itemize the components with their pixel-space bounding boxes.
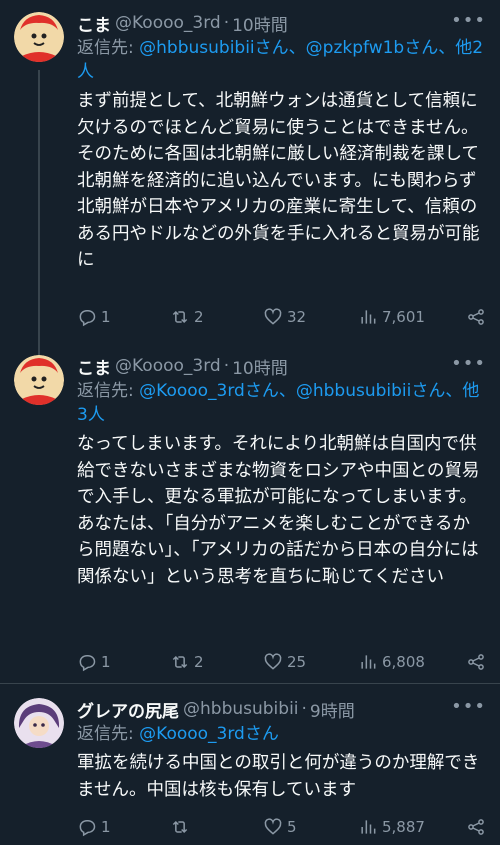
- avatar[interactable]: [14, 355, 64, 405]
- views-icon: [361, 655, 376, 669]
- like-icon: [264, 653, 282, 670]
- more-icon[interactable]: •••: [451, 696, 486, 717]
- reply-prefix: 返信先:: [77, 38, 140, 58]
- like-icon: [264, 308, 282, 325]
- share-button[interactable]: [466, 817, 486, 837]
- views-icon: [361, 310, 376, 324]
- views-button[interactable]: 5,887: [358, 817, 425, 837]
- retweet-count: 2: [194, 653, 204, 671]
- reply-to: 返信先: @hbbusubibiiさん、@pzkpfw1bさん、他2人: [77, 36, 486, 84]
- tweet-divider: [0, 683, 500, 684]
- like-count: 5: [287, 818, 297, 836]
- display-name[interactable]: こま: [77, 354, 111, 379]
- reply-prefix: 返信先:: [77, 381, 140, 401]
- reply-button[interactable]: 1: [77, 307, 111, 327]
- retweet-icon: [172, 655, 188, 669]
- reply-count: 1: [101, 818, 111, 836]
- reply-icon: [79, 310, 96, 327]
- retweet-icon: [172, 310, 188, 324]
- thread-connector-line: [38, 70, 40, 355]
- like-button[interactable]: 5: [263, 817, 297, 837]
- dot-separator: ·: [223, 356, 230, 376]
- retweet-button[interactable]: [170, 817, 194, 837]
- like-count: 25: [287, 653, 307, 671]
- retweet-button[interactable]: 2: [170, 652, 204, 672]
- share-button[interactable]: [466, 307, 486, 327]
- tweet-text: まず前提として、北朝鮮ウォンは通貨として信頼に欠けるのでほとんど貿易に使うことは…: [77, 91, 480, 270]
- like-button[interactable]: 25: [263, 652, 306, 672]
- display-name[interactable]: こま: [77, 11, 111, 36]
- share-icon: [468, 819, 484, 835]
- reply-icon: [79, 820, 96, 837]
- like-button[interactable]: 32: [263, 307, 306, 327]
- retweet-icon: [172, 820, 188, 834]
- timestamp[interactable]: 9時間: [310, 697, 355, 722]
- reply-count: 1: [101, 308, 111, 326]
- reply-to-links[interactable]: @Koooo_3rdさん: [139, 724, 279, 744]
- views-count: 6,808: [382, 653, 425, 671]
- views-count: 5,887: [382, 818, 425, 836]
- tweet-text: 軍拡を続ける中国との取引と何が違うのか理解できません。中国は核も保有しています: [77, 753, 480, 800]
- reply-to: 返信先: @Koooo_3rdさん: [77, 722, 486, 746]
- dot-separator: ·: [301, 699, 307, 719]
- views-button[interactable]: 6,808: [358, 652, 425, 672]
- user-handle[interactable]: @Koooo_3rd: [115, 13, 221, 33]
- share-button[interactable]: [466, 652, 486, 672]
- reply-prefix: 返信先:: [77, 724, 140, 744]
- display-name[interactable]: グレアの尻尾: [77, 697, 179, 722]
- views-icon: [361, 820, 376, 834]
- like-count: 32: [287, 308, 307, 326]
- reply-button[interactable]: 1: [77, 652, 111, 672]
- reply-to: 返信先: @Koooo_3rdさん、@hbbusubibiiさん、他3人: [77, 379, 486, 427]
- views-count: 7,601: [382, 308, 425, 326]
- more-icon[interactable]: •••: [451, 353, 486, 374]
- retweet-button[interactable]: 2: [170, 307, 204, 327]
- tweet-text: なってしまいます。それにより北朝鮮は自国内で供給できないさまざまな物資をロシアや…: [77, 434, 480, 587]
- timestamp[interactable]: 10時間: [232, 11, 288, 36]
- reply-icon: [79, 655, 96, 672]
- retweet-count: 2: [194, 308, 204, 326]
- reply-button[interactable]: 1: [77, 817, 111, 837]
- dot-separator: ·: [223, 13, 230, 33]
- share-icon: [468, 309, 484, 325]
- views-button[interactable]: 7,601: [358, 307, 425, 327]
- share-icon: [468, 654, 484, 670]
- like-icon: [264, 818, 282, 835]
- avatar[interactable]: [14, 12, 64, 62]
- timestamp[interactable]: 10時間: [232, 354, 288, 379]
- avatar[interactable]: [14, 698, 64, 748]
- user-handle[interactable]: @hbbusubibii: [183, 699, 299, 719]
- more-icon[interactable]: •••: [451, 10, 486, 31]
- user-handle[interactable]: @Koooo_3rd: [115, 356, 221, 376]
- reply-count: 1: [101, 653, 111, 671]
